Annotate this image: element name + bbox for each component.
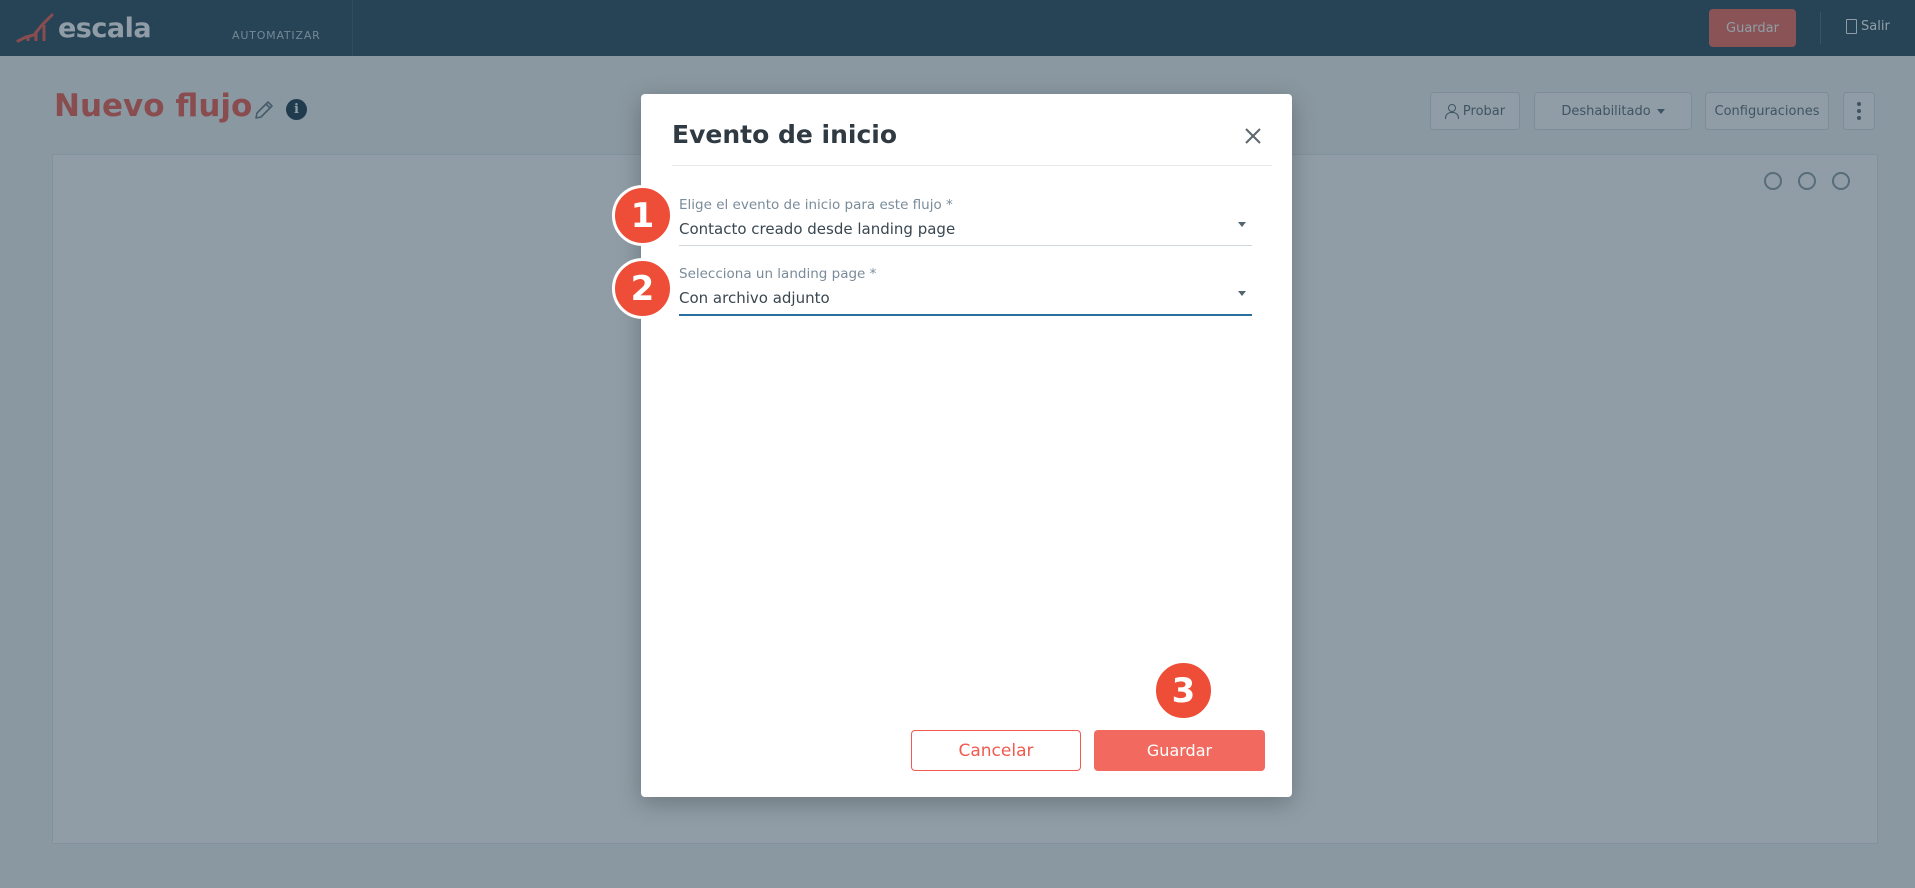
field-underline [679,314,1252,316]
start-event-label: Elige el evento de inicio para este fluj… [679,197,953,213]
close-icon[interactable] [1241,124,1265,148]
step-badge-2: 2 [612,258,673,319]
cancel-button[interactable]: Cancelar [911,730,1081,771]
landing-page-value[interactable]: Con archivo adjunto [679,286,1252,310]
chevron-down-icon[interactable] [1238,222,1246,227]
start-event-select[interactable]: Elige el evento de inicio para este fluj… [679,197,1252,246]
start-event-value[interactable]: Contacto creado desde landing page [679,217,1252,241]
step-badge-1: 1 [612,185,673,246]
field-underline [679,245,1252,246]
save-button[interactable]: Guardar [1094,730,1265,771]
step-badge-3: 3 [1153,660,1214,721]
landing-page-label: Selecciona un landing page * [679,266,877,282]
chevron-down-icon[interactable] [1238,291,1246,296]
landing-page-select[interactable]: Selecciona un landing page * Con archivo… [679,266,1252,316]
modal-divider [672,165,1272,166]
modal-title: Evento de inicio [672,120,898,149]
